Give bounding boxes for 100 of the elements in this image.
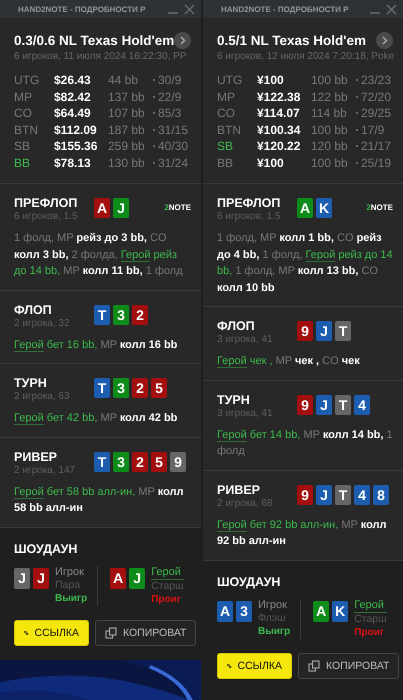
separator-dot bbox=[153, 128, 155, 131]
result-label: Выигр bbox=[55, 592, 88, 604]
separator-dot bbox=[153, 162, 155, 164]
link-button[interactable]: ССЫЛКА bbox=[14, 620, 89, 646]
player-name: Игрок bbox=[55, 566, 85, 578]
copy-button[interactable]: КОПИРОВАТ bbox=[298, 652, 400, 678]
separator-dot bbox=[153, 79, 155, 82]
hero-link[interactable]: Герой bbox=[14, 486, 44, 498]
player-stats: 23/23 bbox=[361, 73, 392, 88]
playing-card: J bbox=[113, 198, 129, 218]
copy-icon bbox=[105, 626, 117, 638]
hero-link[interactable]: Герой bbox=[14, 338, 44, 352]
street-title: ФЛОП bbox=[217, 319, 256, 333]
playing-card: 4 bbox=[354, 484, 370, 504]
stack-bb: 120 bb bbox=[311, 139, 349, 154]
action-text: Герой бет 58 bb алл-ин, MP колл 58 bb алл-ин bbox=[14, 484, 184, 516]
stack-amount: ¥122.38 bbox=[257, 90, 302, 104]
playing-card: T bbox=[94, 378, 110, 398]
playing-card: A bbox=[94, 198, 110, 218]
game-title: 0.3/0.6 NL Texas Hold'em bbox=[14, 33, 174, 48]
copy-button[interactable]: КОПИРОВАТ bbox=[95, 620, 196, 646]
hand-info: 6 игроков, 11 июля 2024 16:22:30, PP bbox=[14, 51, 188, 62]
separator-dot bbox=[356, 128, 358, 131]
playing-card: T bbox=[335, 394, 351, 414]
copy-icon bbox=[308, 660, 320, 672]
stack-bb: 259 bb bbox=[108, 139, 146, 154]
next-button[interactable] bbox=[376, 32, 393, 49]
playing-card: J bbox=[33, 568, 49, 588]
playing-card: 2 bbox=[132, 304, 148, 324]
position-label: BB bbox=[14, 156, 32, 170]
action-text: Герой бет 14 bb, MP колл 14 bb, 1 фолд bbox=[217, 428, 393, 459]
close-icon[interactable] bbox=[386, 4, 397, 14]
separator-dot bbox=[153, 112, 155, 114]
street-title: РИВЕР bbox=[217, 482, 262, 496]
position-label: BTN bbox=[14, 122, 39, 137]
logo: 2NOTE bbox=[366, 203, 393, 212]
playing-card: J bbox=[316, 321, 332, 341]
position-label: CO bbox=[14, 106, 33, 120]
action-text: Герой бет 92 bb алл-ин, MP колл 92 bb алл-ин bbox=[217, 518, 388, 549]
stack-amount: ¥120.22 bbox=[257, 139, 302, 154]
player-name[interactable]: Герой bbox=[151, 566, 184, 580]
stack-bb: 187 bb bbox=[108, 122, 146, 137]
position-label: SB bbox=[14, 139, 32, 154]
player-stats: 31/15 bbox=[158, 122, 190, 137]
showdown-title: ШОУДАУН bbox=[217, 574, 282, 588]
playing-card: J bbox=[316, 394, 332, 414]
chevron-right-icon bbox=[180, 36, 186, 45]
hero-link[interactable]: Герой bbox=[217, 518, 247, 532]
playing-card: 2 bbox=[132, 378, 148, 398]
player-stats: 21/17 bbox=[361, 139, 392, 154]
action-text: Герой бет 42 bb, MP колл 42 bb bbox=[14, 411, 178, 426]
close-icon[interactable] bbox=[184, 4, 195, 14]
playing-card: 9 bbox=[297, 484, 313, 504]
stack-bb: 100 bb bbox=[311, 73, 349, 88]
position-label: MP bbox=[14, 90, 33, 104]
playing-card: K bbox=[316, 198, 332, 218]
stack-amount: ¥114.07 bbox=[257, 106, 301, 120]
playing-card: 4 bbox=[354, 394, 370, 414]
player-stats: 29/25 bbox=[361, 106, 392, 120]
hero-link[interactable]: Герой bbox=[306, 248, 336, 262]
position-label: SB bbox=[217, 139, 234, 154]
separator-dot bbox=[356, 79, 358, 82]
playing-card: T bbox=[94, 304, 110, 324]
separator-dot bbox=[153, 96, 155, 98]
hero-link[interactable]: Герой bbox=[217, 355, 247, 368]
stack-bb: 130 bb bbox=[108, 156, 146, 170]
street-title: РИВЕР bbox=[14, 450, 58, 464]
player-stats: 17/9 bbox=[361, 122, 386, 137]
stack-bb: 100 bb bbox=[311, 122, 349, 137]
showdown-title: ШОУДАУН bbox=[14, 542, 78, 556]
link-button[interactable]: ССЫЛКА bbox=[217, 652, 292, 678]
playing-card: 9 bbox=[297, 394, 313, 414]
hand-info: 6 игроков, 12 июля 2024 7:20:18, Poke bbox=[217, 51, 393, 62]
playing-card: A bbox=[297, 198, 313, 218]
window-title: HAND2NOTE - ПОДРОБНОСТИ Р bbox=[18, 4, 146, 14]
result-label: Проиг bbox=[151, 592, 182, 606]
hero-link[interactable]: Герой bbox=[120, 248, 150, 262]
stack-bb: 100 bb bbox=[311, 156, 349, 170]
game-title: 0.5/1 NL Texas Hold'em bbox=[217, 33, 366, 48]
playing-card: 2 bbox=[132, 452, 148, 472]
player-name[interactable]: Герой bbox=[354, 598, 387, 612]
stack-bb: 107 bb bbox=[108, 106, 146, 120]
separator-dot bbox=[153, 145, 155, 148]
street-title: ТУРН bbox=[217, 392, 251, 406]
player-stats: 30/9 bbox=[158, 73, 182, 88]
separator-dot bbox=[356, 112, 358, 114]
playing-card: A bbox=[313, 600, 330, 622]
player-stats: 72/20 bbox=[361, 90, 392, 104]
separator-dot bbox=[356, 145, 358, 148]
hero-link[interactable]: Герой bbox=[217, 428, 247, 442]
street-title: ПРЕФЛОП bbox=[217, 196, 282, 210]
hero-link[interactable]: Герой bbox=[14, 412, 44, 425]
next-button[interactable] bbox=[174, 32, 191, 49]
result-label: Выигр bbox=[258, 624, 290, 638]
playing-card: 9 bbox=[297, 321, 313, 341]
playing-card: 5 bbox=[151, 378, 167, 398]
action-text: 1 фолд, MP колл 1 bb, CO рейз до 4 bb, 1 фолд, Герой рейз до 14 bb, 1 фолд, MP колл 13 bb, CO колл 10 bb bbox=[217, 231, 393, 296]
player-stats: 31/24 bbox=[158, 156, 190, 170]
stack-amount: ¥100 bbox=[257, 156, 285, 170]
separator-dot bbox=[356, 162, 358, 164]
